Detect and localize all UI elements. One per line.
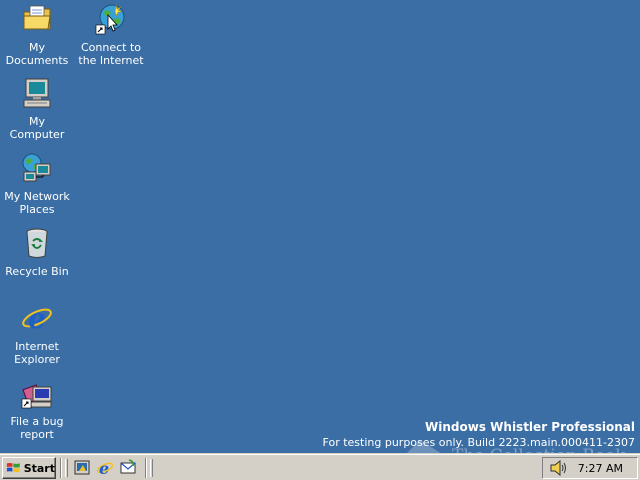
- desktop-icon-label: File a bug report: [10, 415, 64, 441]
- toolbar-grip[interactable]: [150, 459, 153, 477]
- internet-explorer-icon[interactable]: e: [96, 459, 114, 477]
- outlook-express-icon[interactable]: [119, 459, 137, 477]
- desktop-icon-file-bug-report[interactable]: File a bug report: [0, 377, 74, 441]
- desktop: My Documents Connect to the Internet My …: [0, 0, 640, 474]
- desktop-icon-my-computer[interactable]: My Computer: [0, 77, 74, 141]
- start-label: Start: [23, 461, 55, 475]
- taskbar-separator: [60, 458, 62, 478]
- clock[interactable]: 7:27 AM: [578, 462, 623, 475]
- start-button[interactable]: Start: [2, 457, 56, 479]
- show-desktop-icon[interactable]: [73, 459, 91, 477]
- svg-text:e: e: [99, 459, 109, 477]
- desktop-icon-my-network-places[interactable]: My Network Places: [0, 152, 74, 216]
- system-tray: 7:27 AM: [542, 457, 638, 479]
- taskbar-separator: [145, 458, 147, 478]
- folder-documents-icon: [23, 5, 51, 30]
- desktop-icon-label: My Computer: [9, 115, 65, 141]
- desktop-icon-my-documents[interactable]: My Documents: [0, 3, 74, 67]
- internet-explorer-icon: e: [22, 302, 52, 334]
- network-places-icon: [22, 153, 51, 182]
- computer-icon: [23, 78, 51, 108]
- desktop-icon-recycle-bin[interactable]: Recycle Bin: [0, 227, 74, 278]
- speaker-icon[interactable]: [549, 460, 567, 476]
- desktop-icon-label: My Network Places: [4, 190, 70, 216]
- desktop-icon-connect-internet[interactable]: Connect to the Internet: [74, 3, 148, 67]
- connect-internet-icon: [95, 4, 125, 35]
- desktop-icon-label: Internet Explorer: [14, 340, 60, 366]
- desktop-icon-label: Recycle Bin: [5, 265, 69, 278]
- taskbar: Start e 7:27 AM: [0, 453, 640, 480]
- desktop-icon-label: My Documents: [5, 41, 69, 67]
- toolbar-grip[interactable]: [65, 459, 68, 477]
- recycle-bin-icon: [26, 228, 48, 258]
- desktop-icon-internet-explorer[interactable]: e Internet Explorer: [0, 302, 74, 366]
- build-watermark: For testing purposes only. Build 2223.ma…: [322, 436, 635, 449]
- bug-report-icon: [21, 384, 52, 409]
- os-edition-watermark: Windows Whistler Professional: [425, 420, 635, 434]
- svg-text:e: e: [28, 302, 46, 334]
- windows-logo-icon: [6, 462, 20, 473]
- desktop-icon-label: Connect to the Internet: [78, 41, 144, 67]
